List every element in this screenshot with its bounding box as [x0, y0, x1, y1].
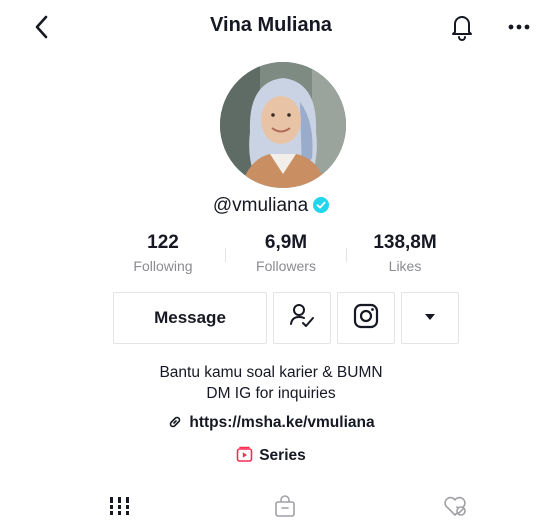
shop-bag-icon: [270, 495, 300, 524]
series-label: Series: [259, 447, 306, 464]
add-friend-button[interactable]: [273, 292, 331, 344]
more-dropdown-button[interactable]: [401, 292, 459, 344]
username: @vmuliana: [212, 195, 309, 216]
bell-icon[interactable]: [449, 12, 475, 42]
username-row: @vmuliana: [0, 195, 542, 217]
videos-grid-icon: [105, 497, 135, 524]
link-icon: [170, 416, 181, 428]
tab-shop[interactable]: [270, 492, 300, 520]
top-bar: Vina Muliana: [0, 0, 542, 56]
stat-following[interactable]: 122 Following: [108, 232, 218, 274]
likes-count: 138,8M: [373, 232, 437, 253]
profile-tabs: [0, 492, 542, 522]
followers-label: Followers: [256, 258, 316, 274]
likes-label: Likes: [388, 258, 422, 274]
dropdown-arrow-icon: [423, 309, 437, 327]
divider: [346, 248, 347, 262]
following-label: Following: [133, 258, 193, 274]
stat-likes[interactable]: 138,8M Likes: [350, 232, 460, 274]
bio-line: Bantu kamu soal karier & BUMN: [159, 364, 383, 381]
divider: [225, 248, 226, 262]
profile-link[interactable]: https://msha.ke/vmuliana: [0, 414, 542, 432]
message-button[interactable]: Message: [113, 292, 267, 344]
instagram-icon: [352, 302, 380, 335]
liked-heart-icon: [440, 496, 470, 524]
stat-followers[interactable]: 6,9M Followers: [231, 232, 341, 274]
tab-videos[interactable]: [105, 492, 135, 520]
link-text: https://msha.ke/vmuliana: [189, 414, 375, 431]
avatar[interactable]: [220, 62, 346, 188]
verified-badge-icon: [313, 197, 330, 213]
series-icon: [236, 446, 253, 462]
followers-count: 6,9M: [264, 232, 308, 253]
bio-line: DM IG for inquiries: [206, 385, 336, 402]
add-friend-icon: [288, 302, 316, 335]
more-options-icon[interactable]: [506, 14, 532, 40]
following-count: 122: [147, 232, 179, 253]
series-link[interactable]: Series: [0, 446, 542, 465]
instagram-button[interactable]: [337, 292, 395, 344]
tab-liked[interactable]: [440, 492, 470, 520]
profile-stats: 122 Following 6,9M Followers 138,8M Like…: [114, 232, 454, 280]
bio: Bantu kamu soal karier & BUMN DM IG for …: [0, 362, 542, 404]
